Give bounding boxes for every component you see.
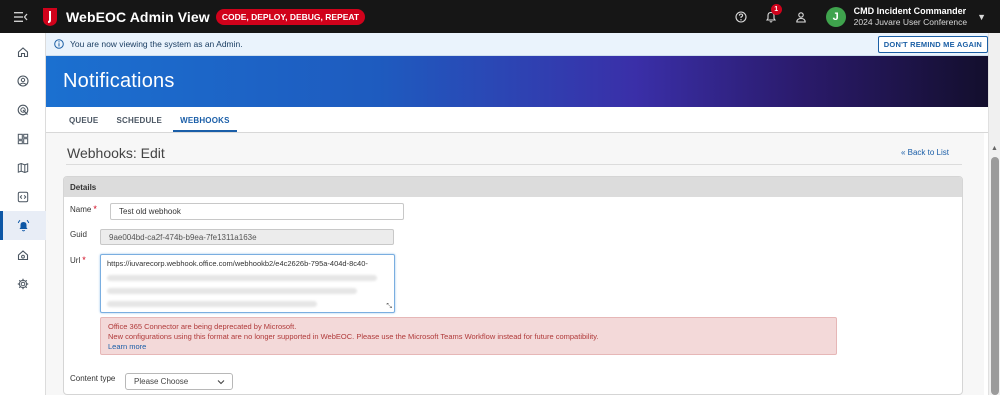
tab-bar: QUEUE SCHEDULE WEBHOOKS bbox=[46, 107, 996, 133]
url-label: Url * bbox=[70, 255, 86, 265]
map-icon bbox=[17, 162, 29, 173]
resize-handle-icon[interactable]: ⤡ bbox=[386, 303, 392, 311]
sidebar-item-house-settings[interactable] bbox=[0, 240, 46, 269]
required-asterisk: * bbox=[82, 255, 86, 265]
notification-count-badge: 1 bbox=[770, 3, 782, 15]
deprecation-alert: Office 365 Connector are being deprecate… bbox=[100, 317, 837, 355]
gear-icon bbox=[17, 278, 29, 289]
url-textarea[interactable]: https://iuvarecorp.webhook.office.com/we… bbox=[100, 254, 395, 313]
guid-label: Guid bbox=[70, 230, 87, 239]
alarm-bell-icon bbox=[17, 219, 29, 232]
radar-icon bbox=[17, 104, 29, 115]
environment-badge: CODE, DEPLOY, DEBUG, REPEAT bbox=[215, 8, 366, 25]
name-field[interactable]: Test old webhook bbox=[110, 203, 404, 220]
back-to-list-label: Back to List bbox=[907, 148, 949, 157]
sidebar-item-notifications[interactable] bbox=[0, 211, 46, 240]
code-icon bbox=[17, 191, 29, 202]
page-header: Webhooks: Edit « Back to List bbox=[66, 133, 962, 165]
guid-field: 9ae004bd-ca2f-474b-b9ea-7fe1311a163e bbox=[100, 229, 394, 245]
dont-remind-button[interactable]: DON'T REMIND ME AGAIN bbox=[877, 35, 988, 53]
details-panel-header: Details bbox=[64, 177, 962, 197]
page-title: Webhooks: Edit bbox=[67, 145, 165, 161]
content-type-value: Please Choose bbox=[134, 377, 189, 386]
dashboard-icon bbox=[17, 133, 29, 144]
alert-line-1: Office 365 Connector are being deprecate… bbox=[108, 322, 297, 331]
webhook-edit-page: Webhooks: Edit « Back to List Details Na… bbox=[46, 133, 984, 395]
required-asterisk: * bbox=[93, 204, 97, 214]
content-type-select[interactable]: Please Choose bbox=[125, 373, 233, 390]
avatar[interactable]: J bbox=[825, 6, 846, 27]
tab-schedule[interactable]: SCHEDULE bbox=[109, 116, 169, 132]
chevron-down-icon bbox=[217, 380, 225, 385]
account-icon[interactable] bbox=[788, 4, 814, 30]
scroll-up-icon[interactable]: ▲ bbox=[991, 145, 998, 152]
sidebar-item-settings[interactable] bbox=[0, 269, 46, 298]
menu-collapse-icon[interactable] bbox=[0, 0, 42, 33]
scroll-thumb[interactable] bbox=[991, 157, 999, 395]
learn-more-link[interactable]: Learn more bbox=[108, 342, 146, 351]
notification-bell-icon[interactable]: 1 bbox=[758, 3, 784, 30]
info-icon bbox=[54, 39, 64, 49]
url-label-text: Url bbox=[70, 256, 81, 265]
sidebar-item-home[interactable] bbox=[0, 37, 46, 66]
top-bar: WebEOC Admin View CODE, DEPLOY, DEBUG, R… bbox=[0, 0, 1000, 33]
content-type-label: Content type bbox=[70, 374, 116, 383]
sidebar-item-profile[interactable] bbox=[0, 66, 46, 95]
user-name: CMD Incident Commander bbox=[853, 5, 967, 16]
admin-banner: You are now viewing the system as an Adm… bbox=[46, 33, 996, 56]
sidebar-item-map[interactable] bbox=[0, 153, 46, 182]
home-icon bbox=[17, 46, 29, 57]
sidebar bbox=[0, 33, 46, 395]
url-value: https://iuvarecorp.webhook.office.com/we… bbox=[107, 259, 368, 268]
tab-queue[interactable]: QUEUE bbox=[62, 116, 105, 132]
chevron-down-icon[interactable]: ▼ bbox=[977, 12, 986, 22]
name-label-text: Name bbox=[70, 205, 92, 214]
details-panel: Details Name * Test old webhook Guid 9ae0… bbox=[63, 176, 963, 395]
page-hero-title: Notifications bbox=[63, 70, 175, 92]
sidebar-item-dashboard[interactable] bbox=[0, 124, 46, 153]
app-title: WebEOC Admin View bbox=[66, 8, 210, 25]
double-chevron-left-icon: « bbox=[900, 148, 906, 157]
user-info[interactable]: CMD Incident Commander 2024 Juvare User … bbox=[854, 6, 967, 28]
help-icon[interactable] bbox=[728, 4, 754, 30]
main-content: You are now viewing the system as an Adm… bbox=[46, 33, 996, 395]
admin-banner-message: You are now viewing the system as an Adm… bbox=[70, 39, 243, 49]
name-label: Name * bbox=[70, 204, 97, 214]
page-scrollbar[interactable]: ▲ bbox=[988, 33, 1000, 395]
sidebar-item-code[interactable] bbox=[0, 182, 46, 211]
page-hero: Notifications bbox=[46, 56, 996, 107]
alert-line-2: New configurations using this format are… bbox=[108, 332, 599, 341]
user-org: 2024 Juvare User Conference bbox=[853, 16, 968, 27]
sidebar-item-radar[interactable] bbox=[0, 95, 46, 124]
back-to-list-link[interactable]: « Back to List bbox=[901, 148, 949, 157]
house-settings-icon bbox=[17, 249, 29, 260]
user-circle-icon bbox=[17, 74, 29, 87]
webeoc-logo-icon bbox=[43, 7, 57, 26]
tab-webhooks[interactable]: WEBHOOKS bbox=[173, 116, 237, 132]
